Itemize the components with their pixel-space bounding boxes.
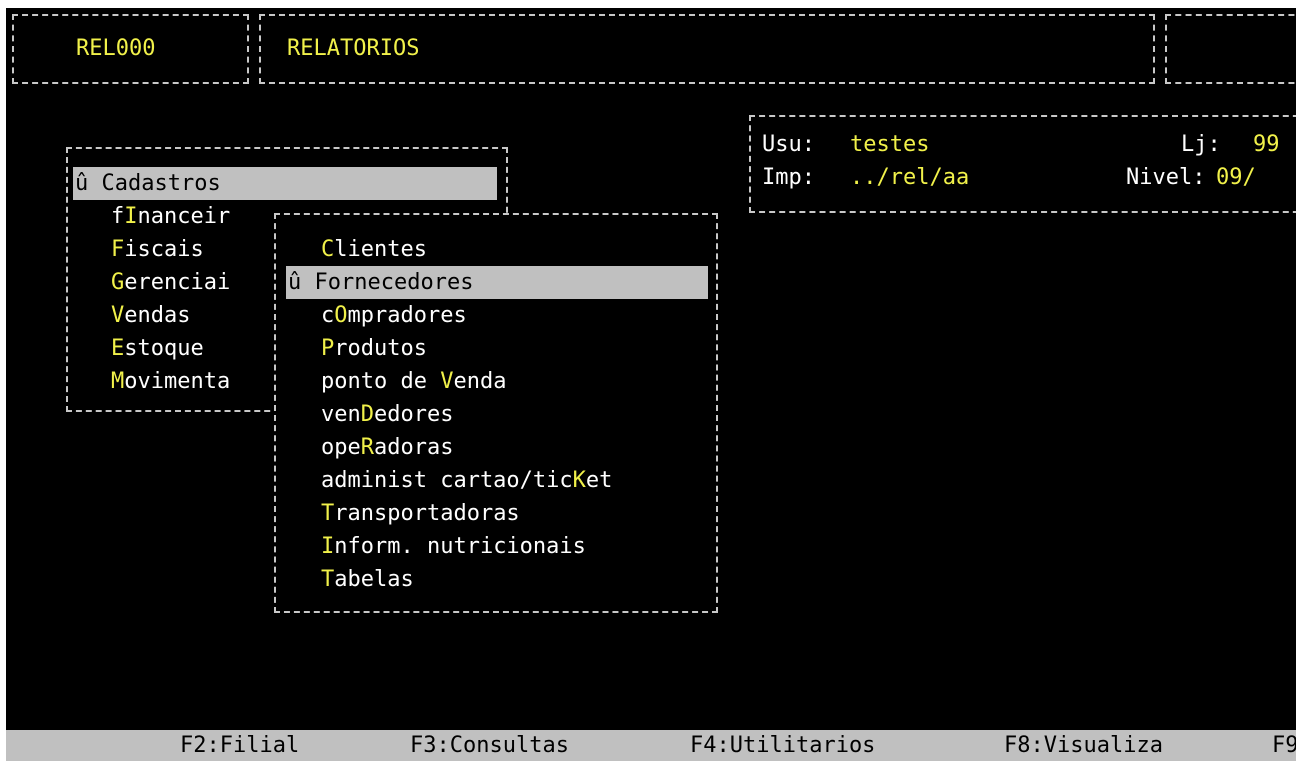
main-menu-hotkey-letter: V — [111, 303, 125, 328]
submenu-hotkey-letter: O — [334, 303, 348, 328]
submenu-item-label: Fornecedores — [314, 270, 474, 295]
main-menu-hotkey-letter: F — [111, 237, 125, 262]
user-value: testes — [850, 132, 930, 157]
submenu-item-administ-cartao-ticket[interactable]: administ cartao/ticKet — [321, 464, 612, 497]
submenu-item-label: opeRadoras — [321, 435, 454, 460]
main-menu-item-fiscais[interactable]: Fiscais — [111, 233, 204, 266]
submenu-item-ponto-de-venda[interactable]: ponto de Venda — [321, 365, 506, 398]
fkey-f9[interactable]: F9 — [1272, 729, 1296, 761]
submenu-selection-marker: û — [288, 270, 315, 295]
submenu-item-compradores[interactable]: cOmpradores — [321, 299, 467, 332]
submenu-hotkey-letter: D — [360, 402, 374, 427]
submenu-item-transportadoras[interactable]: Transportadoras — [321, 497, 520, 530]
main-menu-item-label: Vendas — [111, 303, 191, 328]
submenu-item-label: venDedores — [321, 402, 454, 427]
main-menu-item-label: Fiscais — [111, 237, 204, 262]
session-info-box: Usu: testes Lj: 99 Imp: ../rel/aa Nivel:… — [749, 115, 1296, 213]
submenu-hotkey-letter: R — [360, 435, 374, 460]
printer-value: ../rel/aa — [850, 165, 970, 190]
submenu-hotkey-letter: P — [321, 336, 335, 361]
submenu-item-operadoras[interactable]: opeRadoras — [321, 431, 453, 464]
printer-label: Imp: — [762, 165, 815, 190]
submenu-hotkey-letter: C — [321, 237, 335, 262]
main-menu-item-vendas[interactable]: Vendas — [111, 299, 190, 332]
submenu-item-label: Transportadoras — [321, 501, 520, 526]
fkey-f2-filial[interactable]: F2:Filial — [180, 729, 299, 761]
submenu-item-inform-nutricionais[interactable]: Inform. nutricionais — [321, 530, 586, 563]
fkey-f8-visualiza[interactable]: F8:Visualiza — [1004, 729, 1163, 761]
level-label: Nivel: — [1126, 165, 1206, 190]
submenu-item-tabelas[interactable]: Tabelas — [321, 563, 414, 596]
program-title-box: RELATORIOS — [259, 14, 1155, 84]
level-value: 09/ — [1216, 165, 1256, 190]
submenu-hotkey-letter: K — [572, 468, 586, 493]
submenu-item-clientes[interactable]: Clientes — [321, 233, 427, 266]
fkey-f3-consultas[interactable]: F3:Consultas — [410, 729, 569, 761]
main-menu-item-label: Estoque — [111, 336, 204, 361]
function-key-bar: F2:Filial F3:Consultas F4:Utilitarios F8:Vi… — [6, 730, 1296, 761]
header-right-box — [1165, 14, 1296, 84]
submenu-item-vendedores[interactable]: venDedores — [321, 398, 453, 431]
submenu-hotkey-letter: T — [321, 567, 335, 592]
submenu-item-label: administ cartao/ticKet — [321, 468, 613, 493]
submenu-hotkey-letter: V — [440, 369, 454, 394]
submenu-item-label: cOmpradores — [321, 303, 467, 328]
submenu-item-label: Inform. nutricionais — [321, 534, 586, 559]
program-title: RELATORIOS — [287, 36, 420, 61]
program-code-box: REL000 — [12, 14, 249, 84]
program-code: REL000 — [76, 36, 156, 61]
submenu-item-label: Produtos — [321, 336, 427, 361]
main-menu-selection-marker: û — [75, 171, 102, 196]
terminal-window: REL000 RELATORIOS Usu: testes Lj: 99 Imp… — [6, 8, 1296, 761]
store-value: 99 — [1253, 132, 1280, 157]
main-menu-item-cadastros[interactable]: û Cadastros — [73, 167, 497, 200]
main-menu-item-label: Movimenta — [111, 369, 231, 394]
main-menu-item-label: Gerenciai — [111, 270, 231, 295]
submenu-item-label: ponto de Venda — [321, 369, 507, 394]
main-menu-hotkey-letter: E — [111, 336, 125, 361]
main-menu-hotkey-letter: I — [124, 204, 138, 229]
main-menu-item-financeir[interactable]: fInanceir — [111, 200, 230, 233]
main-menu-item-label: fInanceir — [111, 204, 231, 229]
main-menu-hotkey-letter: G — [111, 270, 125, 295]
store-label: Lj: — [1181, 132, 1221, 157]
screen: REL000 RELATORIOS Usu: testes Lj: 99 Imp… — [0, 0, 1309, 761]
user-label: Usu: — [762, 132, 815, 157]
main-menu-item-gerenciai[interactable]: Gerenciai — [111, 266, 230, 299]
submenu-item-label: Tabelas — [321, 567, 414, 592]
submenu-item-label: Clientes — [321, 237, 427, 262]
main-menu-item-movimenta[interactable]: Movimenta — [111, 365, 230, 398]
submenu-item-fornecedores[interactable]: û Fornecedores — [286, 266, 708, 299]
main-menu-hotkey-letter: M — [111, 369, 125, 394]
fkey-f4-utilitarios[interactable]: F4:Utilitarios — [690, 729, 875, 761]
main-menu-item-label: Cadastros — [101, 171, 221, 196]
submenu-item-produtos[interactable]: Produtos — [321, 332, 427, 365]
main-menu-item-estoque[interactable]: Estoque — [111, 332, 204, 365]
submenu-hotkey-letter: I — [321, 534, 335, 559]
submenu-hotkey-letter: T — [321, 501, 335, 526]
